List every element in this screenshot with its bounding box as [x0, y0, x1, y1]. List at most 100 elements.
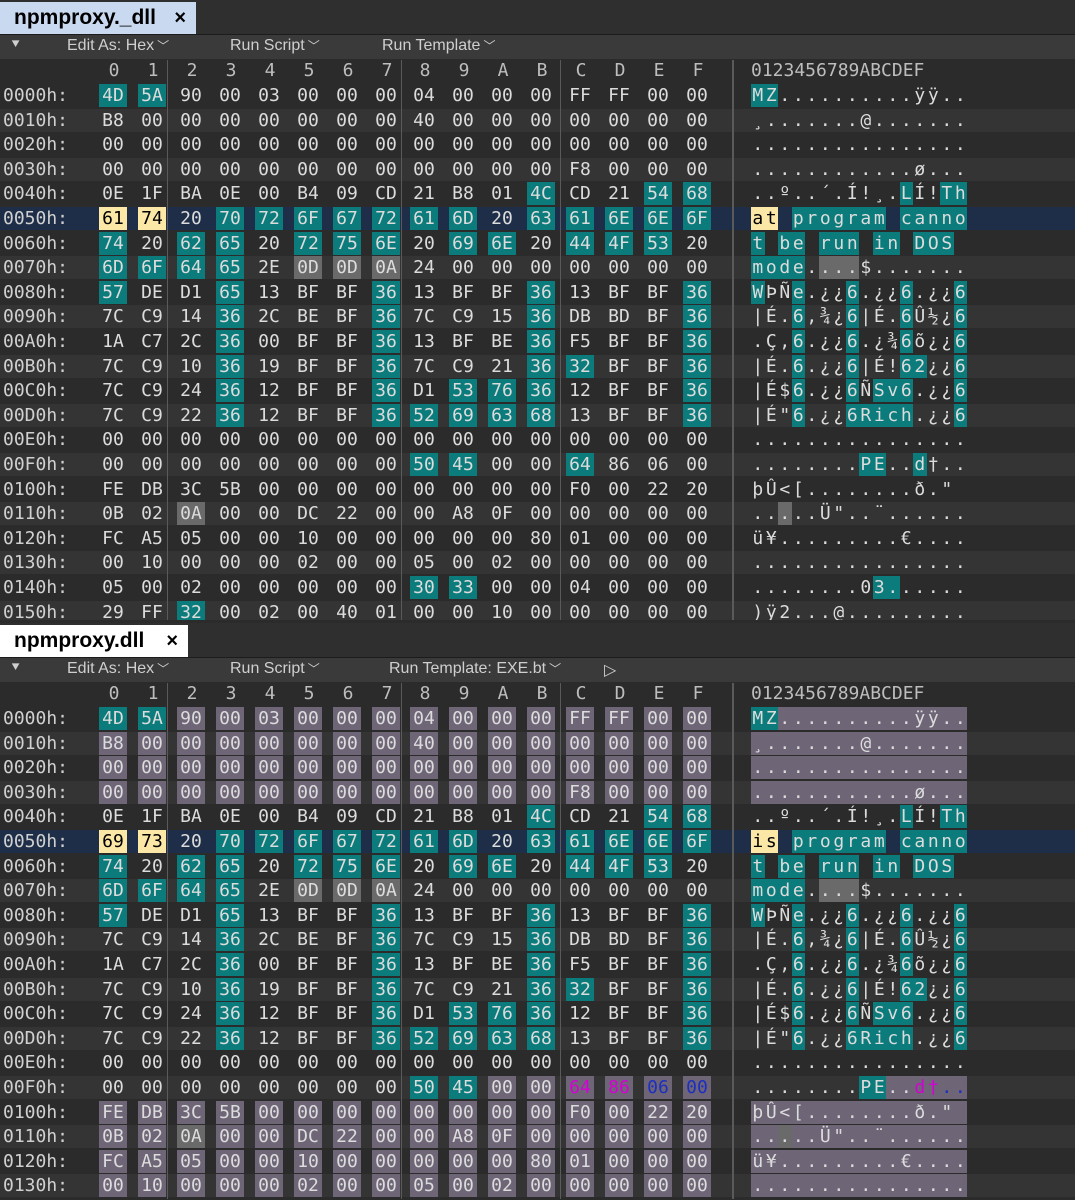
- ascii-char[interactable]: .: [764, 1125, 778, 1149]
- hex-byte[interactable]: 00: [255, 158, 283, 181]
- hex-byte[interactable]: 00: [488, 109, 516, 132]
- ascii-char[interactable]: 6: [953, 379, 967, 403]
- ascii-char[interactable]: ¿: [940, 978, 954, 1001]
- hex-byte[interactable]: FF: [566, 84, 594, 107]
- ascii-char[interactable]: .: [805, 1125, 819, 1149]
- hex-byte[interactable]: 00: [449, 601, 477, 620]
- hex-byte[interactable]: 36: [683, 305, 711, 329]
- hex-byte[interactable]: A5: [138, 527, 166, 550]
- hex-byte[interactable]: 00: [683, 158, 711, 181]
- ascii-char[interactable]: .: [805, 182, 819, 205]
- ascii-char[interactable]: ¿: [886, 904, 900, 927]
- hex-byte[interactable]: 00: [527, 601, 555, 620]
- hex-byte[interactable]: 00: [372, 1125, 400, 1149]
- ascii-char[interactable]: d: [778, 879, 792, 903]
- hex-byte[interactable]: 13: [566, 281, 594, 304]
- hex-byte[interactable]: 67: [333, 830, 361, 853]
- ascii-char[interactable]: .: [792, 182, 806, 205]
- hex-byte[interactable]: 53: [449, 1002, 477, 1026]
- ascii-char[interactable]: †: [927, 453, 941, 476]
- ascii-char[interactable]: 6: [845, 280, 859, 304]
- ascii-char[interactable]: .: [778, 502, 792, 526]
- ascii-char[interactable]: .: [819, 109, 833, 132]
- ascii-char[interactable]: .: [886, 1100, 900, 1124]
- ascii-char[interactable]: e: [791, 854, 805, 878]
- ascii-char[interactable]: Ç: [765, 330, 779, 353]
- ascii-char[interactable]: .: [765, 453, 779, 476]
- ascii-char[interactable]: .: [940, 133, 954, 156]
- ascii-char[interactable]: b: [778, 854, 792, 878]
- ascii-char[interactable]: 6: [791, 953, 805, 976]
- ascii-char[interactable]: .: [805, 158, 819, 181]
- ascii-char[interactable]: .: [832, 453, 846, 476]
- ascii-char[interactable]: 6: [791, 330, 805, 353]
- hex-byte[interactable]: 00: [449, 256, 477, 279]
- hex-byte[interactable]: BF: [644, 281, 672, 304]
- ascii-char[interactable]: T: [940, 182, 954, 206]
- hex-byte[interactable]: 00: [372, 478, 400, 501]
- hex-byte[interactable]: 40: [410, 731, 438, 755]
- hex-byte[interactable]: 00: [683, 133, 711, 156]
- ascii-char[interactable]: ¿: [873, 953, 887, 976]
- hex-byte[interactable]: 10: [138, 1174, 166, 1198]
- ascii-char[interactable]: ¾: [819, 305, 833, 328]
- hex-row[interactable]: 0130h: 00 10 00 00 00 02 00 00 05 00 02 00 00 00 00 00..…: [0, 551, 1075, 575]
- ascii-char[interactable]: .: [940, 551, 954, 574]
- hex-byte[interactable]: 6F: [683, 207, 711, 230]
- hex-byte[interactable]: 00: [99, 756, 127, 780]
- ascii-char[interactable]: .: [778, 1051, 792, 1074]
- ascii-char[interactable]: n: [886, 854, 900, 878]
- ascii-char[interactable]: i: [872, 231, 886, 255]
- hex-byte[interactable]: 02: [255, 601, 283, 620]
- ascii-char[interactable]: .: [940, 502, 954, 525]
- hex-byte[interactable]: 12: [255, 1002, 283, 1025]
- hex-byte[interactable]: 00: [333, 527, 361, 550]
- hex-byte[interactable]: 00: [527, 1174, 555, 1198]
- ascii-char[interactable]: i: [751, 830, 765, 853]
- hex-byte[interactable]: 00: [488, 1051, 516, 1074]
- ascii-char[interactable]: Ñ: [778, 281, 792, 304]
- hex-byte[interactable]: 00: [566, 502, 594, 525]
- hex-byte[interactable]: 00: [138, 158, 166, 181]
- ascii-char[interactable]: .: [886, 601, 900, 620]
- toolbar-menu-icon[interactable]: ⯆: [10, 36, 21, 53]
- hex-byte[interactable]: 65: [216, 879, 244, 903]
- ascii-char[interactable]: .: [846, 601, 860, 620]
- hex-byte[interactable]: 1F: [138, 805, 166, 828]
- hex-byte[interactable]: 53: [449, 379, 477, 403]
- hex-byte[interactable]: FF: [566, 707, 594, 730]
- hex-byte[interactable]: 4F: [605, 854, 633, 878]
- hex-byte[interactable]: 00: [683, 601, 711, 620]
- ascii-char[interactable]: [: [791, 1100, 805, 1124]
- hex-byte[interactable]: 65: [216, 854, 244, 878]
- hex-row[interactable]: 00B0h: 7C C9 10 36 19 BF BF 36 7C C9 21 36 32 BF BF 36 | É…: [0, 977, 1075, 1001]
- hex-byte[interactable]: 00: [605, 1051, 633, 1074]
- hex-byte[interactable]: 00: [644, 707, 672, 730]
- ascii-char[interactable]: .: [832, 109, 846, 132]
- ascii-char[interactable]: 6: [845, 403, 859, 427]
- hex-byte[interactable]: 00: [605, 756, 633, 780]
- hex-byte[interactable]: 73: [138, 830, 166, 853]
- hex-byte[interactable]: 00: [488, 158, 516, 181]
- hex-byte[interactable]: 5A: [138, 707, 166, 730]
- hex-byte[interactable]: BE: [488, 330, 516, 353]
- hex-byte[interactable]: 00: [372, 109, 400, 132]
- hex-byte[interactable]: 00: [294, 576, 322, 599]
- hex-byte[interactable]: 57: [99, 903, 127, 927]
- ascii-char[interactable]: .: [805, 379, 819, 402]
- hex-byte[interactable]: 00: [683, 84, 711, 107]
- ascii-char[interactable]: 6: [791, 379, 805, 403]
- ascii-char[interactable]: .: [805, 805, 819, 828]
- ascii-char[interactable]: 6: [953, 354, 967, 378]
- ascii-char[interactable]: .: [791, 1149, 805, 1173]
- hex-byte[interactable]: 5A: [138, 84, 166, 107]
- hex-byte[interactable]: 22: [644, 1100, 672, 1124]
- ascii-char[interactable]: 6: [953, 280, 967, 304]
- ascii-char[interactable]: 6: [845, 953, 859, 976]
- hex-byte[interactable]: 00: [644, 1174, 672, 1198]
- hex-byte[interactable]: 00: [683, 502, 711, 525]
- ascii-char[interactable]: 6: [953, 305, 967, 329]
- hex-byte[interactable]: 00: [294, 1051, 322, 1074]
- hex-byte[interactable]: B8: [99, 731, 127, 755]
- hex-byte[interactable]: 00: [605, 1100, 633, 1124]
